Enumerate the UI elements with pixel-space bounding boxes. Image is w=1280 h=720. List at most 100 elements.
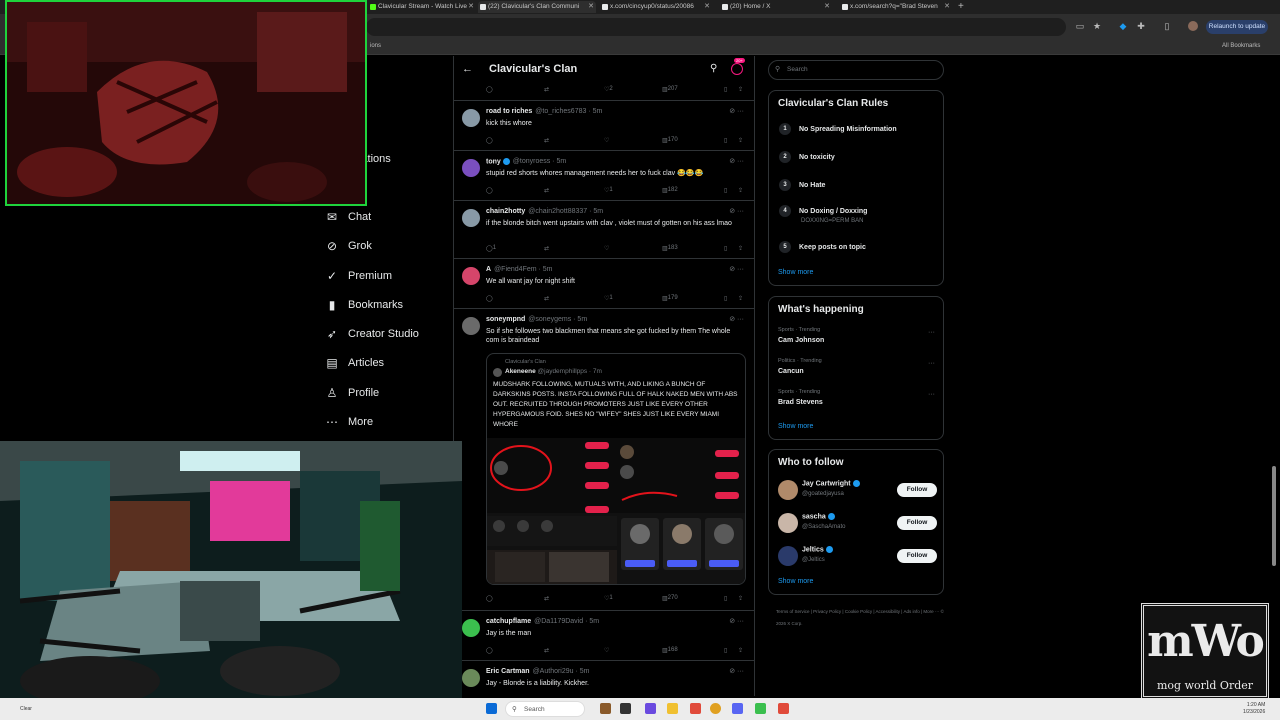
bookmark-icon[interactable]: ▯ — [724, 187, 727, 194]
more-options-icon[interactable]: ⊘ ··· — [729, 617, 744, 625]
like-icon[interactable]: ♡ — [604, 245, 609, 252]
windows-start-icon[interactable] — [486, 703, 497, 714]
nav-more[interactable]: ⋯ More — [325, 411, 373, 433]
footer-links[interactable]: Terms of Service | Privacy Policy | Cook… — [776, 606, 946, 630]
reply-icon[interactable]: ◯ — [486, 187, 493, 194]
screen-share-icon[interactable]: ▭ — [1075, 21, 1085, 31]
tweet[interactable]: catchupflame @Da1179David · 5m ⊘ ··· Jay … — [454, 610, 754, 660]
chrome-icon[interactable] — [710, 703, 721, 714]
nav-profile[interactable]: ♙ Profile — [325, 382, 380, 404]
trend-item[interactable]: Cancun — [778, 368, 804, 375]
like-icon[interactable]: ♡ — [604, 647, 609, 654]
rule-item[interactable]: 1 No Spreading Misinformation — [779, 123, 897, 135]
app-icon[interactable] — [690, 703, 701, 714]
system-clock[interactable]: 1:20 AM 1/23/2026 — [1243, 702, 1265, 716]
reply-icon[interactable]: ◯ 1 — [486, 245, 496, 252]
avatar[interactable] — [778, 513, 798, 533]
relaunch-button[interactable]: Relaunch to update — [1206, 20, 1268, 34]
page-scrollbar[interactable] — [1271, 56, 1277, 696]
retweet-icon[interactable]: ⇄ — [544, 86, 549, 93]
profile-avatar-icon[interactable] — [1188, 21, 1198, 31]
share-icon[interactable]: ⇪ — [738, 86, 743, 93]
tweet-author[interactable]: road to riches — [486, 108, 532, 115]
tweet-author[interactable]: catchupflame — [486, 618, 531, 625]
views-icon[interactable]: ▥ 207 — [662, 86, 678, 93]
new-tab-button[interactable]: + — [958, 0, 964, 13]
tweet[interactable]: Eric Cartman @Authori29u · 5m ⊘ ··· Jay -… — [454, 660, 754, 696]
share-icon[interactable]: ⇪ — [738, 187, 743, 194]
bookmark-icon[interactable]: ▯ — [724, 86, 727, 93]
all-bookmarks-button[interactable]: All Bookmarks — [1222, 43, 1260, 49]
back-arrow-icon[interactable]: ← — [462, 63, 473, 75]
tweet-author[interactable]: Eric Cartman — [486, 668, 530, 675]
views-icon[interactable]: ▥ 168 — [662, 647, 678, 654]
suggested-user-name[interactable]: Jeltics — [802, 546, 824, 553]
retweet-icon[interactable]: ⇄ — [544, 295, 549, 302]
show-more-link[interactable]: Show more — [778, 423, 813, 430]
avatar[interactable] — [462, 109, 480, 127]
views-icon[interactable]: ▥ 183 — [662, 245, 678, 252]
tweet-author[interactable]: chain2hotty — [486, 208, 525, 215]
nav-creator-studio[interactable]: ➶ Creator Studio — [325, 323, 419, 345]
reply-icon[interactable]: ◯ — [486, 86, 493, 93]
tab-status[interactable]: x.com/cincyup0/status/20086 ✕ — [600, 1, 712, 13]
discord-icon[interactable] — [732, 703, 743, 714]
views-icon[interactable]: ▥ 170 — [662, 137, 678, 144]
puzzle-icon[interactable]: ✚ — [1136, 21, 1146, 31]
follow-button[interactable]: Follow — [897, 516, 937, 530]
taskbar-search[interactable]: ⚲ Search — [505, 701, 585, 717]
follow-button[interactable]: Follow — [897, 483, 937, 497]
retweet-icon[interactable]: ⇄ — [544, 137, 549, 144]
like-icon[interactable]: ♡ — [604, 137, 609, 144]
quote-screenshot-image[interactable] — [487, 438, 745, 584]
like-icon[interactable]: ♡ 1 — [604, 595, 613, 602]
bookmark-item[interactable]: ions — [370, 43, 381, 49]
more-options-icon[interactable]: ··· — [928, 391, 935, 398]
tab-clavicular-stream[interactable]: Clavicular Stream - Watch Live ✕ — [368, 1, 476, 13]
views-icon[interactable]: ▥ 179 — [662, 295, 678, 302]
avatar[interactable] — [462, 619, 480, 637]
reply-icon[interactable]: ◯ — [486, 595, 493, 602]
like-icon[interactable]: ♡ 1 — [604, 187, 613, 194]
share-icon[interactable]: ⇪ — [738, 245, 743, 252]
avatar[interactable] — [462, 267, 480, 285]
community-avatar-icon[interactable] — [731, 63, 743, 75]
tweet-author[interactable]: soneympnd — [486, 316, 525, 323]
suggested-user-name[interactable]: sascha — [802, 513, 826, 520]
extension-icon[interactable]: ◆ — [1118, 21, 1128, 31]
avatar[interactable] — [778, 480, 798, 500]
share-icon[interactable]: ⇪ — [738, 137, 743, 144]
retweet-icon[interactable]: ⇄ — [544, 595, 549, 602]
sidepanel-icon[interactable]: ▯ — [1162, 21, 1172, 31]
trend-item[interactable]: Brad Stevens — [778, 399, 823, 406]
tweet[interactable]: tony @tonyroess · 5m ⊘ ··· stupid red sho… — [454, 150, 754, 200]
tweet[interactable]: road to riches @to_riches6783 · 5m ⊘ ··· … — [454, 100, 754, 150]
search-input[interactable]: ⚲ Search — [768, 60, 944, 80]
close-tab-icon[interactable]: ✕ — [944, 1, 950, 13]
share-icon[interactable]: ⇪ — [738, 595, 743, 602]
tweet[interactable]: chain2hotty @chain2hott88337 · 5m ⊘ ··· i… — [454, 200, 754, 258]
app-icon[interactable] — [778, 703, 789, 714]
close-tab-icon[interactable]: ✕ — [468, 1, 474, 13]
nav-articles[interactable]: ▤ Articles — [325, 352, 384, 374]
close-tab-icon[interactable]: ✕ — [588, 1, 594, 13]
more-options-icon[interactable]: ⊘ ··· — [729, 157, 744, 165]
views-icon[interactable]: ▥ 270 — [662, 595, 678, 602]
tweet-author[interactable]: A — [486, 266, 491, 273]
bookmark-icon[interactable]: ▯ — [724, 245, 727, 252]
tab-clan-community[interactable]: (22) Clavicular's Clan Communi ✕ — [478, 1, 596, 13]
more-options-icon[interactable]: ⊘ ··· — [729, 315, 744, 323]
tab-home[interactable]: (20) Home / X ✕ — [720, 1, 832, 13]
nav-grok[interactable]: ⊘ Grok — [325, 235, 372, 257]
retweet-icon[interactable]: ⇄ — [544, 187, 549, 194]
rule-item[interactable]: 3 No Hate — [779, 179, 825, 191]
tweet[interactable]: soneympnd @soneygems · 5m ⊘ ··· So if she… — [454, 308, 754, 608]
more-options-icon[interactable]: ··· — [928, 329, 935, 336]
more-options-icon[interactable]: ··· — [928, 360, 935, 367]
nav-bookmarks[interactable]: ▮ Bookmarks — [325, 294, 403, 316]
nav-chat[interactable]: ✉ Chat — [325, 206, 371, 228]
reply-icon[interactable]: ◯ — [486, 137, 493, 144]
tweet[interactable]: A @Fiend4Fem · 5m ⊘ ··· We all want jay f… — [454, 258, 754, 308]
reply-icon[interactable]: ◯ — [486, 647, 493, 654]
close-tab-icon[interactable]: ✕ — [824, 1, 830, 13]
